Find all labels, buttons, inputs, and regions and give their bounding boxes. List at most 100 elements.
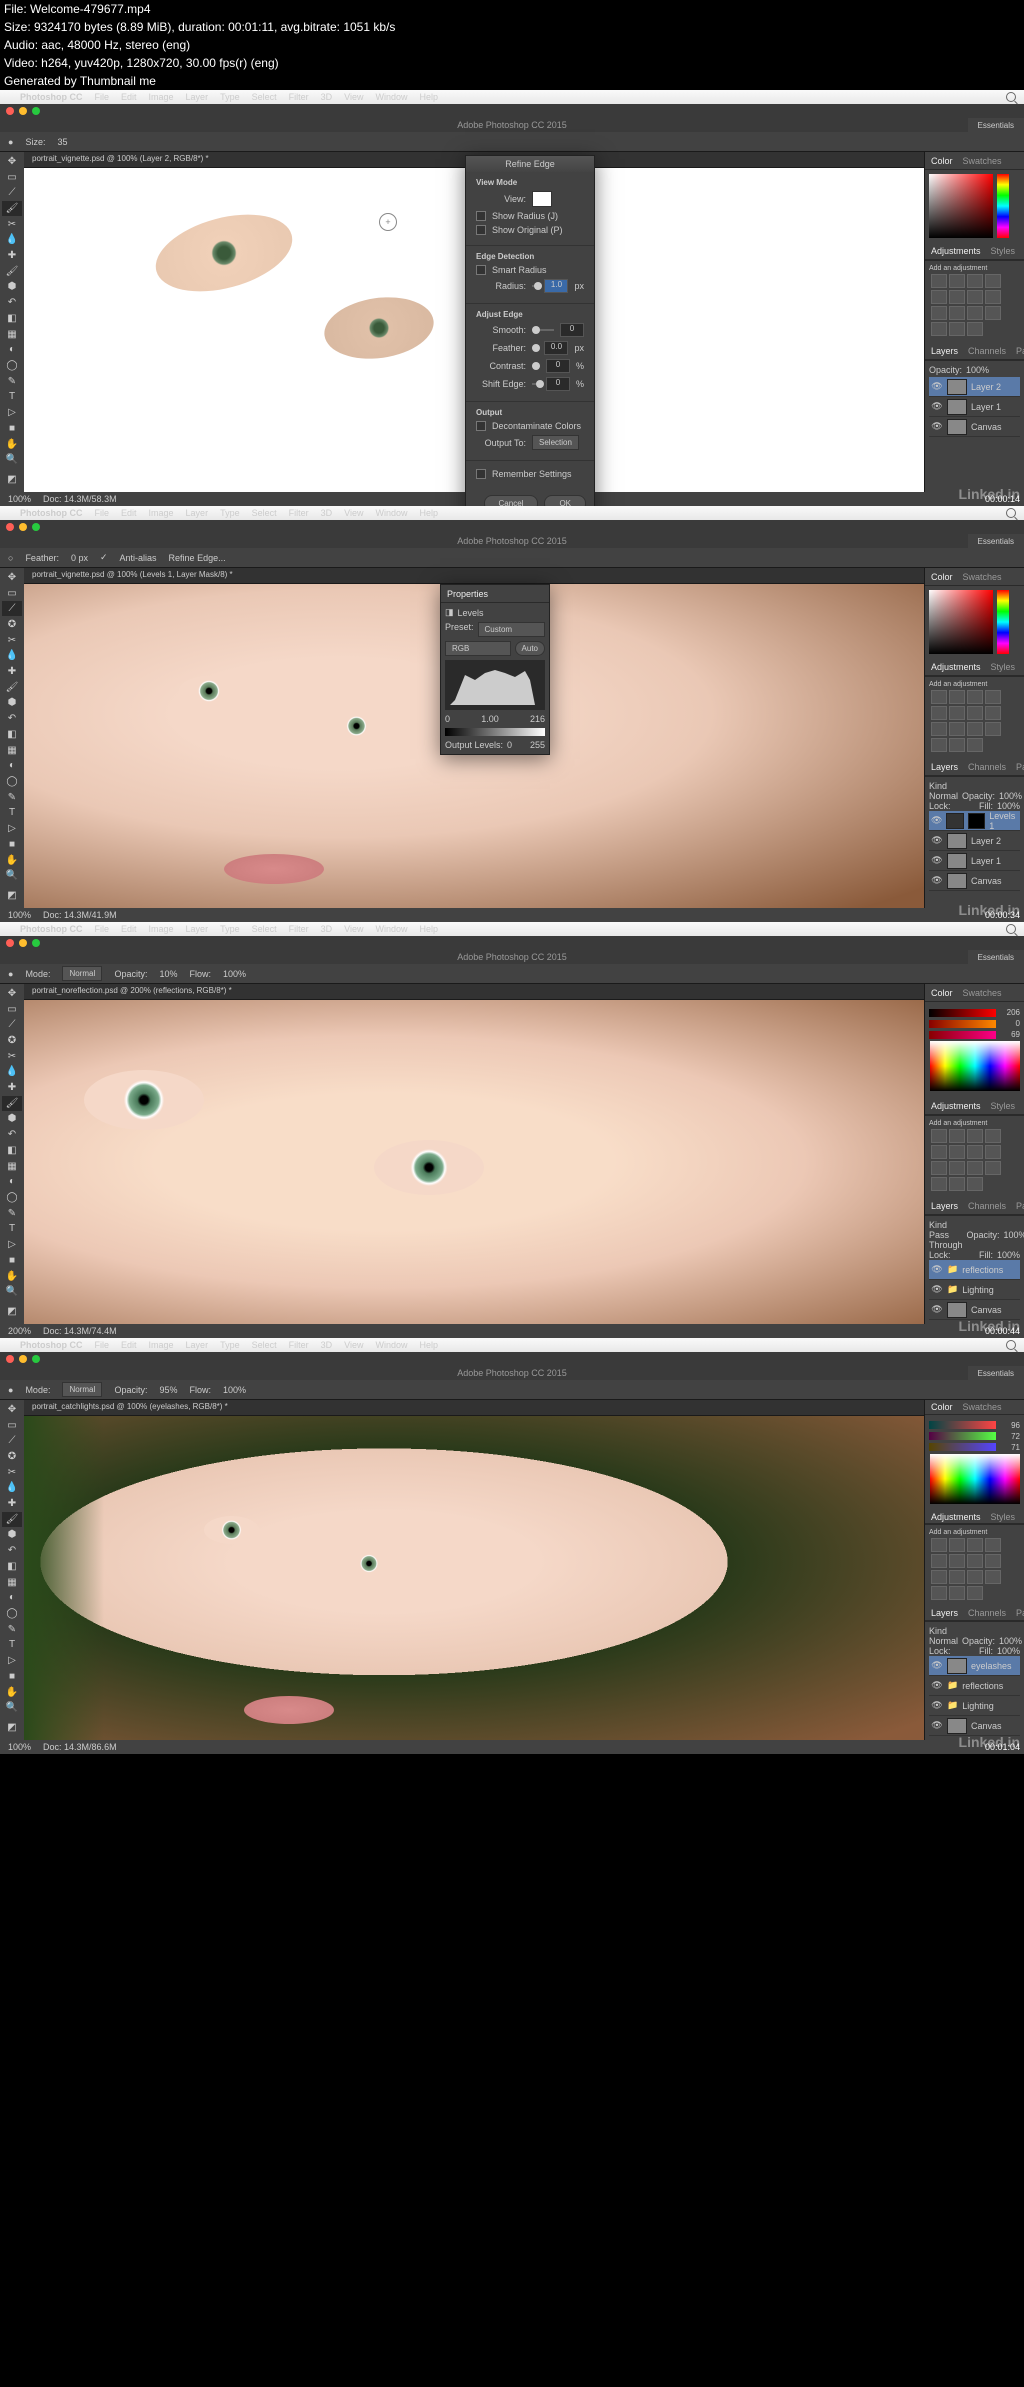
menu-window[interactable]: Window xyxy=(375,924,407,934)
essentials-tab[interactable]: Essentials xyxy=(968,534,1024,549)
adj-icon[interactable] xyxy=(967,690,983,704)
app-name[interactable]: Photoshop CC xyxy=(20,508,83,518)
menu-filter[interactable]: Filter xyxy=(289,1340,309,1350)
quick-select-tool[interactable]: ✪ xyxy=(2,1033,22,1048)
minimize-button[interactable] xyxy=(19,107,27,115)
minimize-button[interactable] xyxy=(19,1355,27,1363)
eyedropper-tool[interactable]: 💧 xyxy=(2,1481,22,1496)
refine-edge-button[interactable]: Refine Edge... xyxy=(169,553,226,563)
search-icon[interactable] xyxy=(1006,508,1016,518)
healing-tool[interactable]: ✚ xyxy=(2,248,22,263)
healing-tool[interactable]: ✚ xyxy=(2,1496,22,1511)
shift-slider[interactable] xyxy=(532,383,540,385)
paths-tab[interactable]: Paths xyxy=(1016,1201,1024,1211)
path-tool[interactable]: ▷ xyxy=(2,1653,22,1668)
visibility-icon[interactable]: 👁 xyxy=(931,421,943,432)
menu-image[interactable]: Image xyxy=(149,924,174,934)
swatches-tab[interactable]: Swatches xyxy=(963,1402,1002,1412)
adj-icon[interactable] xyxy=(949,1554,965,1568)
visibility-icon[interactable]: 👁 xyxy=(931,1284,943,1295)
adj-icon[interactable] xyxy=(949,1538,965,1552)
menu-select[interactable]: Select xyxy=(252,1340,277,1350)
zoom-tool[interactable]: 🔍 xyxy=(2,452,22,467)
adj-icon[interactable] xyxy=(931,1145,947,1159)
type-tool[interactable]: T xyxy=(2,1222,22,1237)
channels-tab[interactable]: Channels xyxy=(968,1608,1006,1618)
eyedropper-tool[interactable]: 💧 xyxy=(2,649,22,664)
history-brush-tool[interactable]: ↶ xyxy=(2,1127,22,1142)
adj-icon[interactable] xyxy=(985,722,1001,736)
adj-icon[interactable] xyxy=(931,1177,947,1191)
stamp-tool[interactable]: ⬢ xyxy=(2,280,22,295)
channels-tab[interactable]: Channels xyxy=(968,1201,1006,1211)
hand-tool[interactable]: ✋ xyxy=(2,1685,22,1700)
opacity-value[interactable]: 95% xyxy=(159,1385,177,1395)
pen-tool[interactable]: ✎ xyxy=(2,790,22,805)
marquee-tool[interactable]: ▭ xyxy=(2,1418,22,1433)
menu-image[interactable]: Image xyxy=(149,1340,174,1350)
layer-row[interactable]: 👁📁reflections xyxy=(929,1260,1020,1280)
adj-icon[interactable] xyxy=(931,1586,947,1600)
stamp-tool[interactable]: ⬢ xyxy=(2,1528,22,1543)
search-icon[interactable] xyxy=(1006,1340,1016,1350)
channels-tab[interactable]: Channels xyxy=(968,762,1006,772)
visibility-icon[interactable]: 👁 xyxy=(931,381,943,392)
shift-input[interactable]: 0 xyxy=(546,377,570,391)
swatches-tab[interactable]: Swatches xyxy=(963,572,1002,582)
color-tab[interactable]: Color xyxy=(931,156,953,166)
quick-select-tool[interactable]: 🖌 xyxy=(2,201,22,216)
marquee-icon[interactable]: ○ xyxy=(8,553,13,563)
menu-view[interactable]: View xyxy=(344,92,363,102)
lasso-tool[interactable]: ⟋ xyxy=(2,185,22,200)
adj-icon[interactable] xyxy=(985,690,1001,704)
adj-icon[interactable] xyxy=(967,1129,983,1143)
menu-3d[interactable]: 3D xyxy=(321,92,333,102)
layer-row[interactable]: 👁Layer 1 xyxy=(929,851,1020,871)
menu-edit[interactable]: Edit xyxy=(121,92,137,102)
menu-file[interactable]: File xyxy=(95,508,110,518)
move-tool[interactable]: ✥ xyxy=(2,986,22,1001)
type-tool[interactable]: T xyxy=(2,806,22,821)
crop-tool[interactable]: ✂ xyxy=(2,1049,22,1064)
paths-tab[interactable]: Paths xyxy=(1016,346,1024,356)
b-value[interactable]: 69 xyxy=(1000,1030,1020,1039)
dodge-tool[interactable]: ◯ xyxy=(2,1190,22,1205)
feather-slider[interactable] xyxy=(532,347,538,349)
adj-icon[interactable] xyxy=(967,1538,983,1552)
menu-select[interactable]: Select xyxy=(252,508,277,518)
adj-icon[interactable] xyxy=(985,1554,1001,1568)
pen-tool[interactable]: ✎ xyxy=(2,1622,22,1637)
paths-tab[interactable]: Paths xyxy=(1016,1608,1024,1618)
close-button[interactable] xyxy=(6,523,14,531)
output-white[interactable]: 255 xyxy=(530,740,545,750)
visibility-icon[interactable]: 👁 xyxy=(931,835,943,846)
adjustments-tab[interactable]: Adjustments xyxy=(931,1512,981,1522)
path-tool[interactable]: ▷ xyxy=(2,1237,22,1252)
visibility-icon[interactable]: 👁 xyxy=(931,815,942,826)
styles-tab[interactable]: Styles xyxy=(991,1512,1016,1522)
adj-exposure[interactable] xyxy=(985,274,1001,288)
g-value[interactable]: 72 xyxy=(1000,1432,1020,1441)
hand-tool[interactable]: ✋ xyxy=(2,437,22,452)
path-tool[interactable]: ▷ xyxy=(2,405,22,420)
adj-icon[interactable] xyxy=(949,1161,965,1175)
layers-tab[interactable]: Layers xyxy=(931,1201,958,1211)
feather-value[interactable]: 0 px xyxy=(71,553,88,563)
brush-icon[interactable]: ● xyxy=(8,969,13,979)
mode-select[interactable]: Normal xyxy=(62,1382,102,1397)
adj-posterize[interactable] xyxy=(985,306,1001,320)
adj-icon[interactable] xyxy=(931,738,947,752)
mode-select[interactable]: Normal xyxy=(62,966,102,981)
close-button[interactable] xyxy=(6,1355,14,1363)
menu-image[interactable]: Image xyxy=(149,508,174,518)
essentials-tab[interactable]: Essentials xyxy=(968,1366,1024,1381)
adj-icon[interactable] xyxy=(931,690,947,704)
folder-icon[interactable]: 📁 xyxy=(947,1284,958,1295)
g-value[interactable]: 0 xyxy=(1000,1019,1020,1028)
adjustments-tab[interactable]: Adjustments xyxy=(931,1101,981,1111)
spectrum[interactable] xyxy=(930,1454,1020,1504)
essentials-tab[interactable]: Essentials xyxy=(968,950,1024,965)
visibility-icon[interactable]: 👁 xyxy=(931,1700,943,1711)
adj-icon[interactable] xyxy=(949,1129,965,1143)
folder-icon[interactable]: 📁 xyxy=(947,1700,958,1711)
